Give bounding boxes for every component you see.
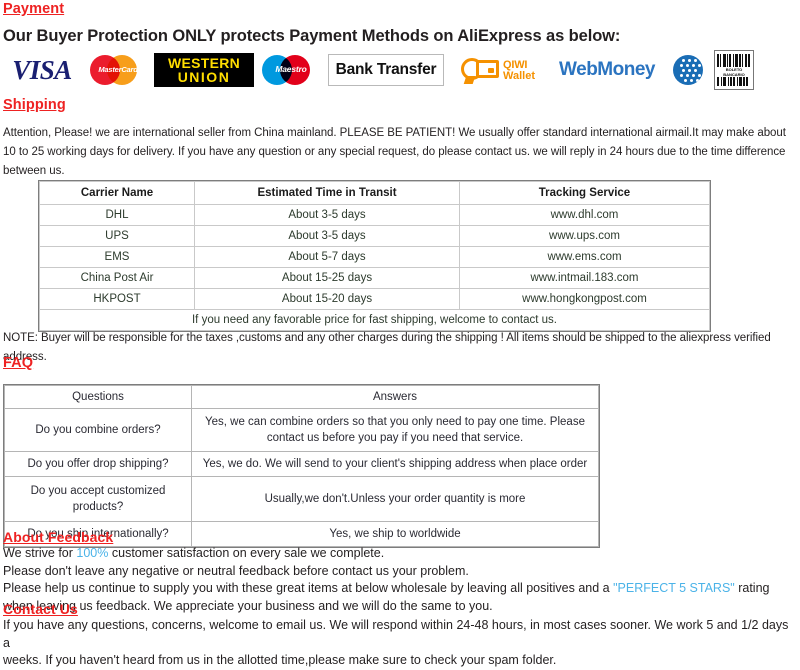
bank-transfer-logo: Bank Transfer (328, 54, 444, 86)
table-row: DHL About 3-5 days www.dhl.com (39, 204, 710, 226)
contact-line-1: If you have any questions, concerns, wel… (3, 618, 789, 650)
shipping-col-time: Estimated Time in Transit (194, 181, 460, 205)
payment-logo-strip: VISA MasterCard WESTERN UNION Maestro Ba… (2, 49, 754, 91)
shipping-carrier: UPS (39, 225, 195, 247)
product-description-page: Payment Our Buyer Protection ONLY protec… (0, 0, 800, 667)
webmoney-logo: WebMoney (552, 55, 662, 85)
feedback-line-2: Please don't leave any negative or neutr… (3, 563, 469, 578)
shipping-table: Carrier Name Estimated Time in Transit T… (39, 181, 710, 331)
boleto-label: BOLETO BANCARIO (723, 67, 745, 77)
boleto-barcode-bottom (717, 77, 751, 86)
visa-logo: VISA (2, 55, 82, 85)
table-row: China Post Air About 15-25 days www.intm… (39, 267, 710, 289)
feedback-line3-part-a: Please help us continue to supply you wi… (3, 581, 614, 595)
faq-question: Do you accept customized products? (4, 476, 192, 522)
contact-line-2: weeks. If you haven't heard from us in t… (3, 653, 557, 667)
qiwi-q-tail (463, 76, 476, 84)
table-row: Do you combine orders? Yes, we can combi… (4, 408, 599, 452)
globe-dots (680, 57, 703, 83)
section-heading-faq: FAQ (3, 355, 34, 371)
shipping-col-carrier: Carrier Name (39, 181, 195, 205)
shipping-col-tracking: Tracking Service (459, 181, 710, 205)
shipping-table-header-row: Carrier Name Estimated Time in Transit T… (39, 181, 710, 205)
feedback-text-block: We strive for 100% customer satisfaction… (3, 545, 798, 615)
faq-answer: Yes, we ship to worldwide (191, 521, 599, 547)
feedback-line-1: We strive for 100% customer satisfaction… (3, 545, 798, 563)
shipping-carrier: HKPOST (39, 288, 195, 310)
visa-logo-label: VISA (12, 54, 72, 85)
qiwi-line2: Wallet (503, 70, 535, 82)
shipping-tracking: www.hongkongpost.com (459, 288, 710, 310)
shipping-carrier: DHL (39, 204, 195, 226)
feedback-line-3: Please help us continue to supply you wi… (3, 580, 798, 615)
shipping-carrier: China Post Air (39, 267, 195, 289)
shipping-note-text: NOTE: Buyer will be responsible for the … (3, 332, 771, 363)
shipping-time: About 3-5 days (194, 225, 460, 247)
section-heading-shipping: Shipping (3, 97, 66, 113)
qiwi-text-block: QIWI Wallet (503, 59, 535, 82)
faq-answer: Usually,we don't.Unless your order quant… (191, 476, 599, 522)
western-union-logo: WESTERN UNION (154, 53, 254, 87)
faq-question: Do you combine orders? (4, 408, 192, 452)
section-heading-contact-us: Contact Us (3, 601, 78, 617)
shipping-tracking: www.ups.com (459, 225, 710, 247)
western-union-line1: WESTERN (167, 55, 241, 71)
boleto-bancario-logo: BOLETO BANCARIO (714, 50, 754, 90)
shipping-tracking: www.dhl.com (459, 204, 710, 226)
western-union-line2: UNION (177, 69, 231, 85)
feedback-line1-part-a: We strive for (3, 546, 77, 560)
faq-col-questions: Questions (4, 385, 192, 409)
section-heading-payment: Payment (3, 1, 65, 17)
maestro-logo: Maestro (261, 53, 321, 87)
faq-table-wrapper: Questions Answers Do you combine orders?… (3, 384, 600, 548)
qiwi-mark-icon (461, 55, 501, 85)
payment-intro-text: Our Buyer Protection ONLY protects Payme… (3, 27, 621, 45)
webmoney-label: WebMoney (559, 59, 655, 80)
shipping-time: About 15-20 days (194, 288, 460, 310)
faq-col-answers: Answers (191, 385, 599, 409)
table-row: HKPOST About 15-20 days www.hongkongpost… (39, 288, 710, 310)
table-row: Do you accept customized products? Usual… (4, 476, 599, 522)
shipping-footer-note: If you need any favorable price for fast… (39, 309, 710, 331)
faq-question: Do you offer drop shipping? (4, 451, 192, 477)
faq-table-header-row: Questions Answers (4, 385, 599, 409)
shipping-table-wrapper: Carrier Name Estimated Time in Transit T… (38, 180, 711, 332)
table-row: UPS About 3-5 days www.ups.com (39, 225, 710, 247)
faq-table: Questions Answers Do you combine orders?… (4, 385, 599, 547)
faq-answer: Yes, we can combine orders so that you o… (191, 408, 599, 452)
faq-answer: Yes, we do. We will send to your client'… (191, 451, 599, 477)
bank-transfer-label: Bank Transfer (335, 61, 437, 78)
feedback-highlight-100: 100% (76, 546, 109, 560)
table-row: Do you offer drop shipping? Yes, we do. … (4, 451, 599, 477)
shipping-time: About 15-25 days (194, 267, 460, 289)
shipping-carrier: EMS (39, 246, 195, 268)
feedback-line1-part-b: customer satisfaction on every sale we c… (108, 546, 385, 560)
shipping-time: About 3-5 days (194, 204, 460, 226)
section-heading-about-feedback: About Feedback (3, 529, 114, 545)
maestro-logo-label: Maestro (275, 64, 307, 74)
shipping-paragraph: Attention, Please! we are international … (3, 127, 786, 177)
globe-icon (673, 55, 703, 85)
qiwi-wallet-logo: QIWI Wallet (451, 53, 545, 87)
feedback-highlight-stars: "PERFECT 5 STARS" (613, 581, 735, 595)
mastercard-logo: MasterCard (89, 52, 147, 88)
contact-text-block: If you have any questions, concerns, wel… (3, 617, 798, 670)
shipping-table-footer-row: If you need any favorable price for fast… (39, 309, 710, 331)
mastercard-logo-label: MasterCard (98, 65, 138, 74)
table-row: EMS About 5-7 days www.ems.com (39, 246, 710, 268)
shipping-time: About 5-7 days (194, 246, 460, 268)
shipping-tracking: www.ems.com (459, 246, 710, 268)
boleto-barcode-top (717, 54, 751, 67)
shipping-tracking: www.intmail.183.com (459, 267, 710, 289)
qiwi-wallet-shape (476, 60, 499, 78)
yandex-money-logo (669, 53, 707, 87)
